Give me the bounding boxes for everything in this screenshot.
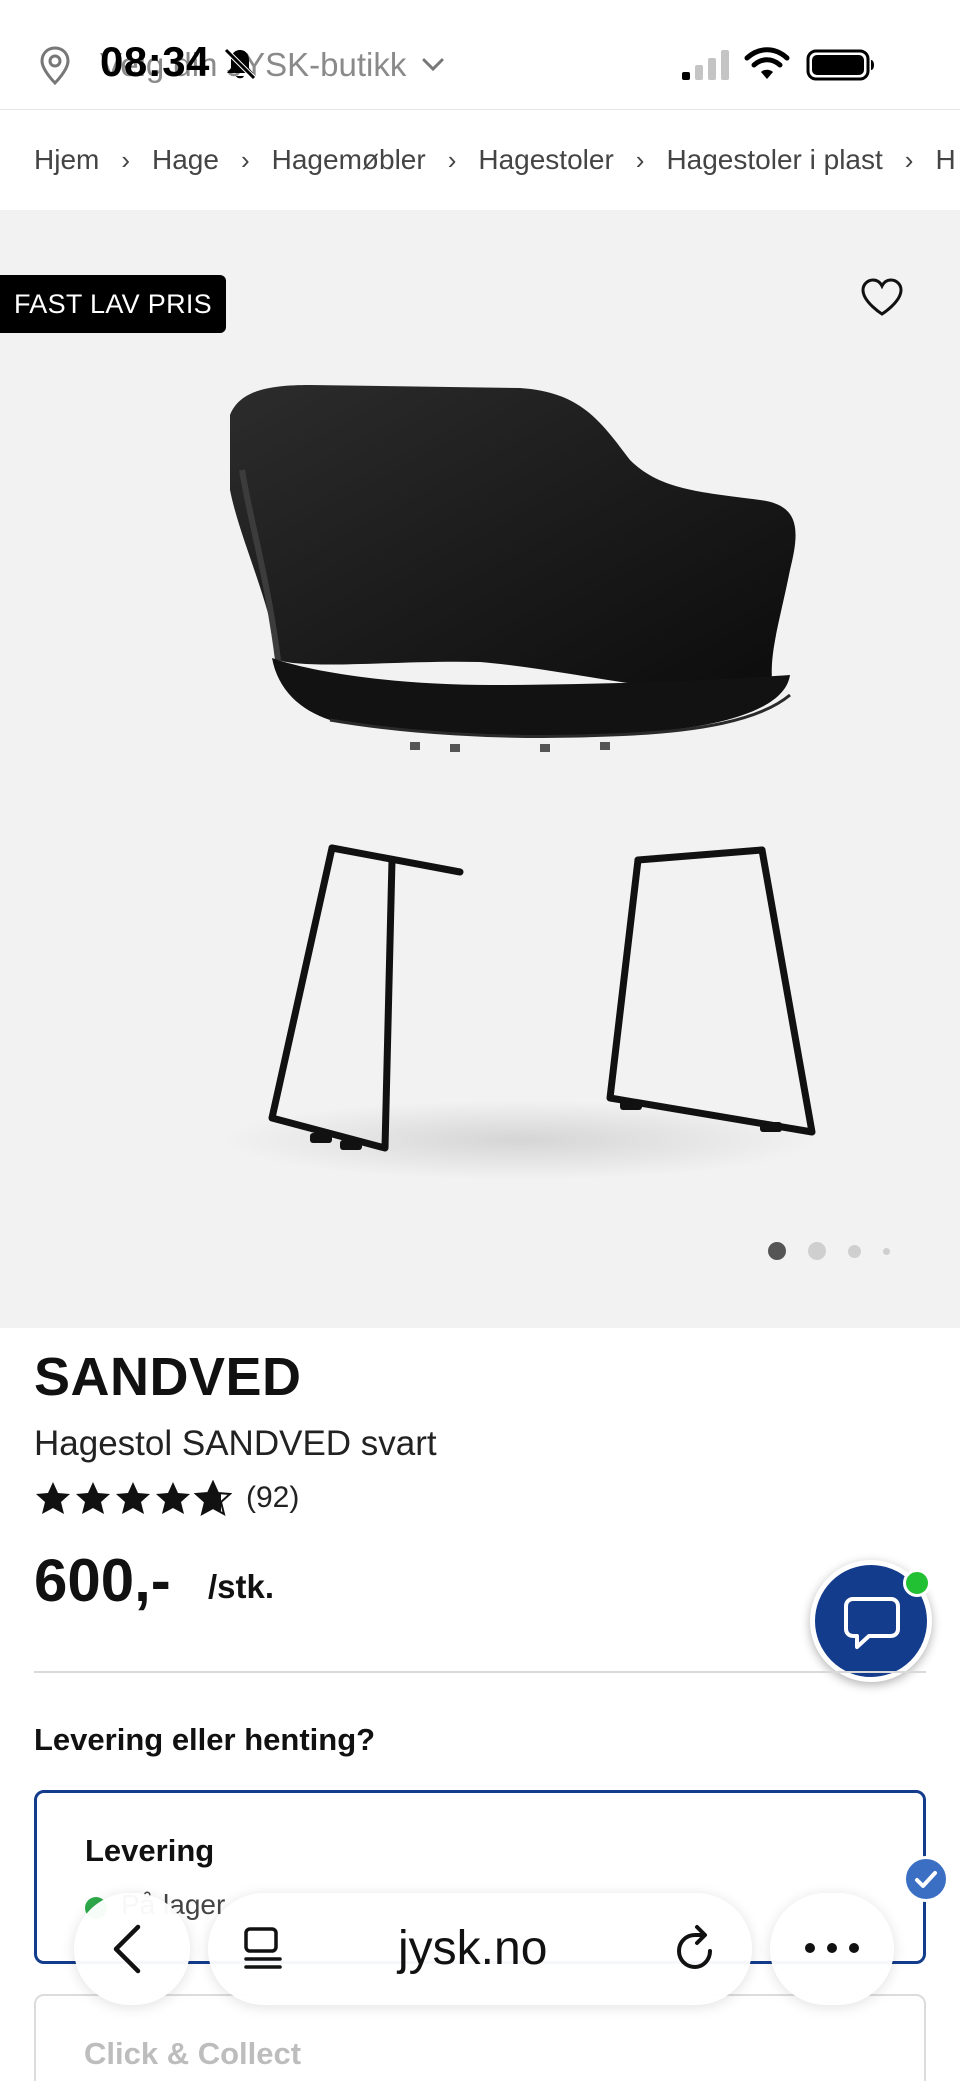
click-collect-option-card[interactable]: Click & Collect — [34, 1994, 926, 2081]
breadcrumb-separator: › — [635, 144, 645, 175]
browser-address-bar[interactable]: jysk.no — [208, 1893, 752, 2005]
cellular-signal-icon — [682, 50, 729, 80]
browser-back-button[interactable] — [74, 1893, 190, 2005]
price-badge: FAST LAV PRIS — [0, 275, 226, 333]
chevron-left-icon — [113, 1924, 141, 1974]
product-price: 600,- — [34, 1547, 171, 1614]
favorite-heart-icon[interactable] — [860, 278, 904, 318]
browser-more-button[interactable] — [770, 1893, 894, 2005]
star-filled-icon — [76, 1482, 110, 1514]
breadcrumb: Hjem › Hage › Hagemøbler › Hagestoler › … — [0, 110, 960, 210]
star-filled-icon — [116, 1482, 150, 1514]
chevron-down-icon[interactable] — [418, 50, 448, 80]
product-image-carousel[interactable]: FAST LAV PRIS — [0, 210, 960, 1328]
star-filled-icon — [156, 1482, 190, 1514]
product-description: Hagestol SANDVED svart — [34, 1424, 437, 1463]
carousel-dot-3[interactable] — [848, 1244, 861, 1258]
browser-url[interactable]: jysk.no — [398, 1921, 547, 1976]
online-indicator — [903, 1569, 931, 1597]
carousel-pagination[interactable] — [768, 1242, 890, 1260]
rating-count[interactable]: (92) — [246, 1481, 299, 1515]
breadcrumb-separator: › — [240, 144, 250, 175]
breadcrumb-separator: › — [121, 144, 131, 175]
click-collect-option-title: Click & Collect — [84, 2036, 302, 2071]
star-filled-icon — [36, 1482, 70, 1514]
carousel-dot-4[interactable] — [883, 1247, 890, 1255]
breadcrumb-item-hjem[interactable]: Hjem — [34, 144, 99, 176]
breadcrumb-item-hagemobler[interactable]: Hagemøbler — [272, 144, 426, 176]
breadcrumb-separator: › — [904, 144, 914, 175]
battery-icon — [806, 49, 874, 81]
product-title: SANDVED — [34, 1347, 302, 1407]
status-time: 08:34 — [100, 38, 210, 85]
breadcrumb-item-hage[interactable]: Hage — [152, 144, 219, 176]
rating-stars[interactable]: (92) — [34, 1480, 299, 1516]
selected-check-icon — [903, 1856, 949, 1902]
chair-product-image — [220, 385, 820, 1180]
checkmark-icon — [915, 1871, 937, 1888]
star-half-icon — [194, 1480, 232, 1516]
reader-mode-icon[interactable] — [240, 1925, 286, 1973]
more-dots-icon — [805, 1943, 859, 1953]
breadcrumb-separator: › — [447, 144, 457, 175]
top-bar: Velg din JYSK-butikk 08:34 — [0, 0, 960, 110]
chat-bubble-icon — [844, 1597, 900, 1649]
wifi-icon — [744, 47, 790, 79]
breadcrumb-item-truncated[interactable]: H — [935, 144, 955, 176]
carousel-dot-2[interactable] — [808, 1242, 826, 1260]
breadcrumb-item-hagestoler-i-plast[interactable]: Hagestoler i plast — [666, 144, 882, 176]
reload-icon[interactable] — [670, 1923, 720, 1975]
delivery-option-title: Levering — [85, 1833, 215, 1868]
carousel-dot-1[interactable] — [768, 1242, 786, 1260]
divider — [34, 1671, 926, 1673]
breadcrumb-item-hagestoler[interactable]: Hagestoler — [478, 144, 613, 176]
chat-button[interactable] — [810, 1560, 932, 1682]
fulfillment-heading: Levering eller henting? — [34, 1722, 376, 1757]
muted-bell-icon — [224, 48, 256, 80]
price-unit: /stk. — [208, 1568, 275, 1605]
location-pin-icon[interactable] — [38, 46, 72, 86]
